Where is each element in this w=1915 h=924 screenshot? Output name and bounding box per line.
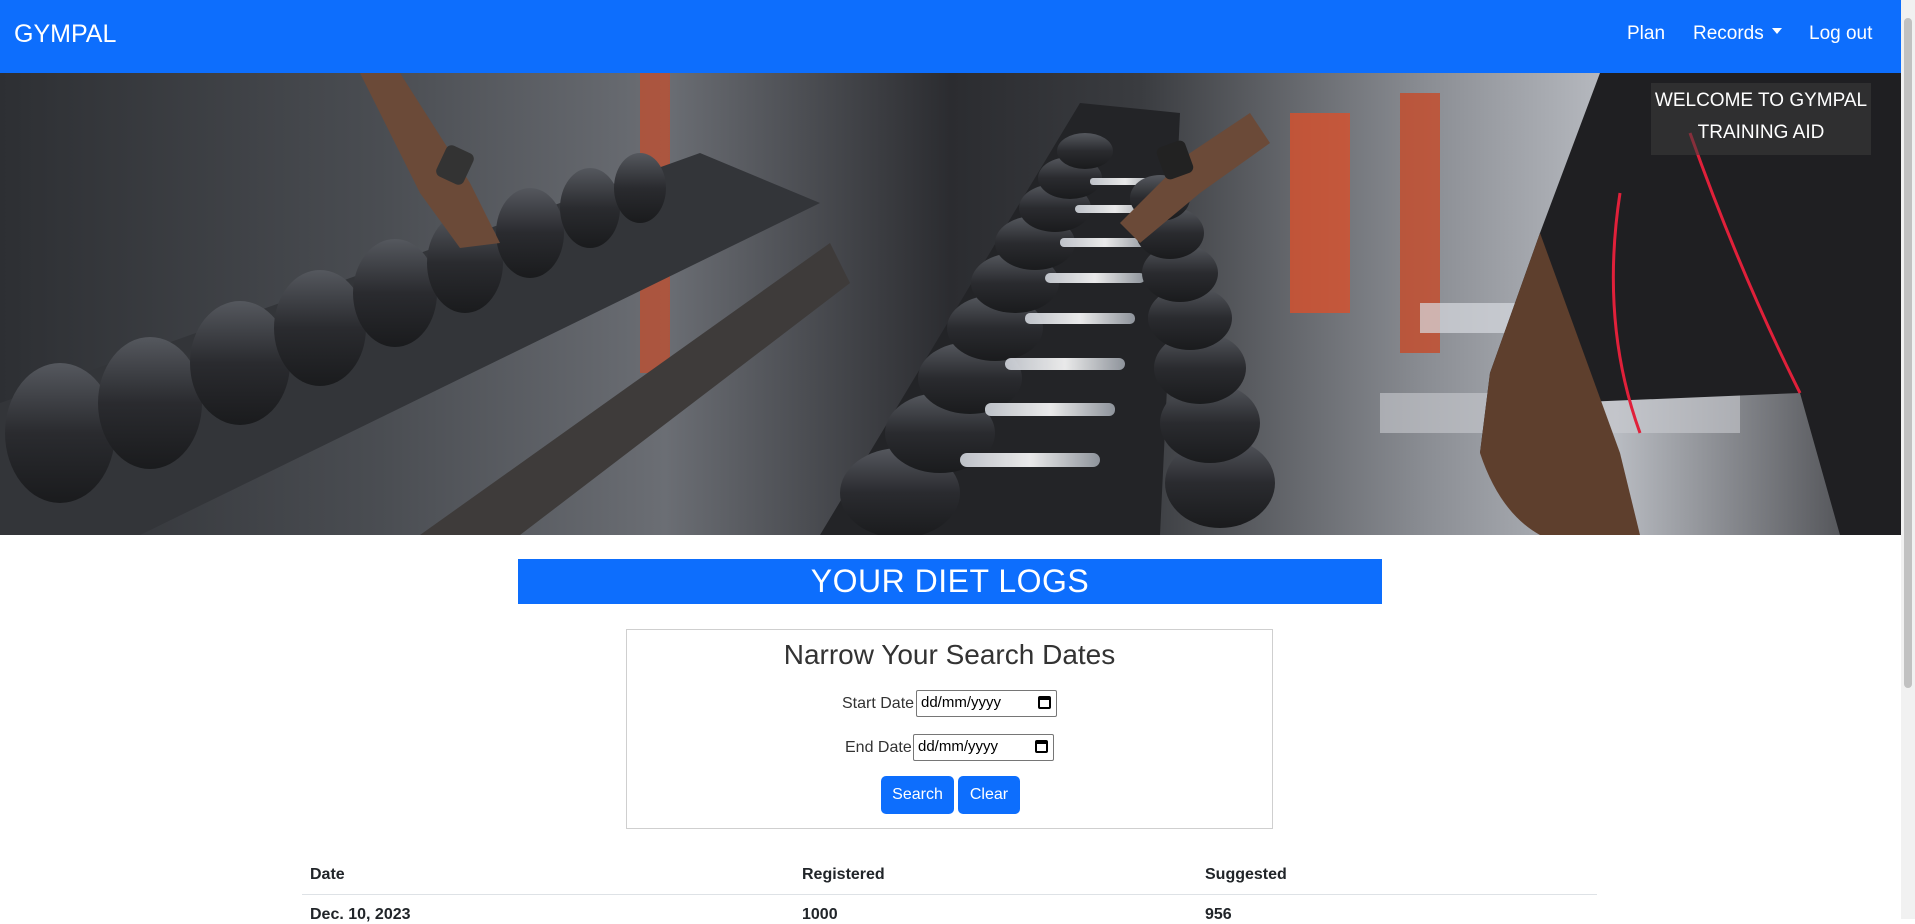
end-date-label: End Date (845, 739, 912, 756)
calendar-icon[interactable] (1035, 740, 1048, 753)
search-button[interactable]: Search (881, 776, 954, 814)
start-date-label: Start Date (842, 695, 915, 712)
welcome-banner: WELCOME TO GYMPAL TRAINING AID (1651, 83, 1871, 155)
calendar-icon[interactable] (1038, 696, 1051, 709)
caret-down-icon (1771, 27, 1782, 34)
cell-suggested: 956 (1205, 906, 1232, 923)
start-date-value: dd/mm/yyyy (921, 694, 1002, 711)
hero-banner-image: WELCOME TO GYMPAL TRAINING AID (0, 73, 1901, 535)
hero-dumbbell-illustration (0, 73, 1901, 535)
column-header-date: Date (310, 866, 345, 883)
page-scrollbar[interactable] (1901, 0, 1915, 919)
cell-date: Dec. 10, 2023 (310, 906, 411, 923)
column-header-suggested: Suggested (1205, 866, 1287, 883)
page-title: YOUR DIET LOGS (518, 559, 1382, 604)
cell-registered: 1000 (802, 906, 838, 923)
table-divider (302, 894, 1597, 895)
search-form-title: Narrow Your Search Dates (783, 639, 1116, 670)
clear-button[interactable]: Clear (958, 776, 1020, 814)
start-date-input[interactable]: dd/mm/yyyy (916, 690, 1057, 717)
scrollbar-thumb[interactable] (1904, 18, 1912, 688)
end-date-value: dd/mm/yyyy (918, 738, 999, 755)
top-navbar: GYMPAL Plan Records Log out (0, 0, 1901, 73)
nav-logout-link[interactable]: Log out (1809, 23, 1872, 45)
column-header-registered: Registered (802, 866, 885, 883)
nav-records-dropdown[interactable]: Records (1693, 23, 1782, 45)
welcome-line-1: WELCOME TO GYMPAL (1654, 90, 1868, 111)
nav-records-label: Records (1693, 23, 1764, 44)
end-date-input[interactable]: dd/mm/yyyy (913, 734, 1054, 761)
brand-logo[interactable]: GYMPAL (14, 20, 116, 49)
date-search-form: Narrow Your Search Dates Start Date dd/m… (626, 629, 1273, 829)
nav-plan-link[interactable]: Plan (1627, 23, 1665, 45)
welcome-line-2: TRAINING AID (1697, 122, 1825, 143)
